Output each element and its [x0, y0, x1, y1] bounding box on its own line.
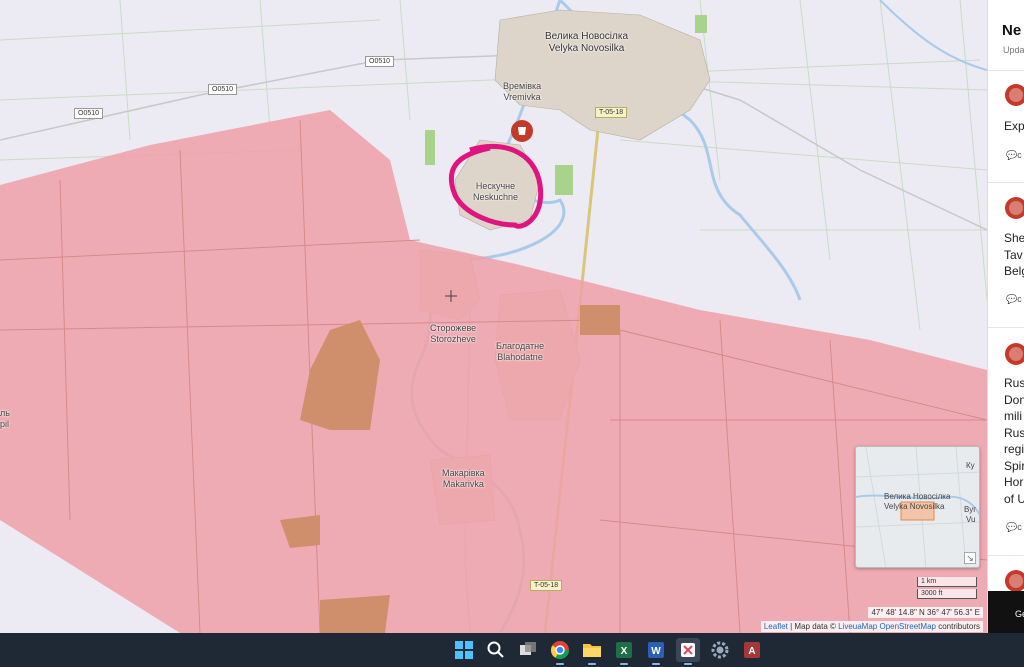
- road-shield: O0510: [365, 56, 395, 67]
- svg-text:X: X: [621, 646, 628, 657]
- minimap[interactable]: Велика Новосілка Velyka Novosilka Ку Вуг …: [855, 446, 980, 568]
- news-panel[interactable]: Ne Upda Exp 💬c She Tav Belg 💬c Rus Don m…: [987, 0, 1024, 633]
- minimap-edge-label: Vu: [966, 515, 976, 524]
- place-label-edge: ль pil: [0, 408, 10, 429]
- minimap-edge-label: Вуг: [964, 505, 977, 514]
- place-label-neskuchne: Нескучне Neskuchne: [473, 181, 519, 202]
- map-view[interactable]: Велика Новосілка Velyka Novosilka Времівк…: [0, 0, 987, 633]
- comment-icon[interactable]: 💬c: [1006, 150, 1022, 161]
- road-shield: O0510: [74, 108, 104, 119]
- chrome-icon[interactable]: [548, 638, 572, 665]
- word-icon[interactable]: W: [644, 638, 668, 665]
- task-view-icon[interactable]: [516, 638, 540, 662]
- place-label-velyka-novosilka: Велика Новосілка Velyka Novosilka: [545, 31, 629, 54]
- file-explorer-icon[interactable]: [580, 638, 604, 665]
- map-base: [0, 0, 987, 633]
- panel-footer[interactable]: Ge: [988, 591, 1024, 633]
- news-item-text: Exp: [1004, 119, 1024, 133]
- minimap-label: Велика Новосілка Velyka Novosilka: [884, 492, 951, 511]
- scale-bar: 1 km 3000 ft: [917, 577, 977, 601]
- attribution: Leaflet | Map data © LiveuaMap OpenStree…: [760, 621, 983, 632]
- road-shield: T-05-18: [595, 107, 628, 118]
- explosion-marker-icon[interactable]: [510, 119, 534, 143]
- news-item-text: She Tav Belg: [1004, 231, 1024, 278]
- news-item-text: Rus Don mili Rus regi Spir Hor of U: [1004, 376, 1024, 506]
- search-icon[interactable]: [484, 638, 508, 662]
- liveuamap-link[interactable]: LiveuaMap: [838, 622, 877, 631]
- news-item[interactable]: She Tav Belg 💬c: [988, 182, 1024, 327]
- panel-title: Ne: [1002, 22, 1022, 39]
- news-item[interactable]: Rus Don mili Rus regi Spir Hor of U 💬c: [988, 327, 1024, 555]
- rifle-icon: [1005, 343, 1024, 365]
- osm-link[interactable]: OpenStreetMap: [879, 622, 935, 631]
- svg-text:A: A: [748, 646, 755, 657]
- comment-icon[interactable]: 💬c: [1006, 294, 1022, 305]
- explosion-icon: [1005, 84, 1024, 106]
- explosion-icon: [1005, 570, 1024, 592]
- comment-icon[interactable]: 💬c: [1006, 522, 1022, 533]
- svg-text:W: W: [651, 646, 661, 657]
- place-label-blahodatne: Благодатне Blahodatne: [496, 341, 545, 362]
- windows-start-icon[interactable]: [452, 638, 476, 662]
- explosion-icon: [1005, 197, 1024, 219]
- settings-icon[interactable]: [708, 638, 732, 662]
- excel-icon[interactable]: X: [612, 638, 636, 665]
- place-label-makarivka: Макарівка Makarivka: [442, 468, 485, 489]
- news-item[interactable]: [988, 555, 1024, 592]
- taskbar: X W A: [0, 633, 1024, 667]
- minimap-edge-label: Ку: [966, 461, 975, 470]
- attribution-text: | Map data ©: [787, 622, 839, 631]
- coordinates-readout: 47° 48' 14.8" N 36° 47' 56.3" E: [868, 607, 983, 618]
- place-label-vremivka: Времівка Vremivka: [503, 81, 542, 102]
- minimap-toggle-icon[interactable]: ↘: [964, 552, 976, 564]
- place-label-storozheve: Сторожеве Storozheve: [430, 323, 477, 344]
- attribution-tail: contributors: [935, 622, 980, 631]
- road-shield: T-05-18: [530, 580, 563, 591]
- leaflet-link[interactable]: Leaflet: [764, 622, 788, 631]
- access-icon[interactable]: A: [740, 638, 764, 662]
- news-item[interactable]: Exp 💬c: [988, 70, 1024, 182]
- panel-subtitle: Upda: [1003, 45, 1024, 55]
- snipping-tool-icon[interactable]: [676, 638, 700, 665]
- road-shield: O0510: [208, 84, 238, 95]
